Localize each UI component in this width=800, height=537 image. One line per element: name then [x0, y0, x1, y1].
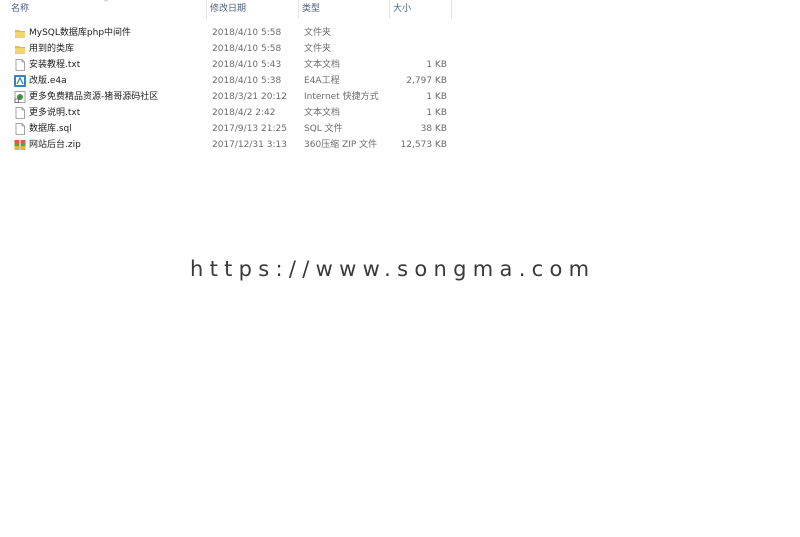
text-file-icon	[15, 107, 25, 119]
column-header-date[interactable]: 修改日期	[207, 0, 299, 19]
column-header-bar: 名称 ^ 修改日期 类型 大小	[0, 0, 452, 19]
file-explorer-window: 名称 ^ 修改日期 类型 大小 MySQL数据库php中间件 2018/4/10…	[0, 0, 800, 537]
file-type: 文本文档	[304, 60, 341, 70]
file-name: 数据库.sql	[29, 124, 72, 134]
file-row[interactable]: MySQL数据库php中间件 2018/4/10 5:58 文件夹	[0, 25, 460, 41]
file-name: 网站后台.zip	[29, 140, 81, 150]
file-size: 2,797 KB	[406, 76, 447, 86]
file-name: 更多说明.txt	[29, 108, 81, 118]
file-type: 文件夹	[304, 44, 332, 54]
file-date: 2018/4/10 5:58	[212, 44, 282, 54]
e4a-project-icon	[14, 75, 26, 87]
sql-file-icon	[15, 123, 25, 135]
folder-icon	[15, 30, 25, 38]
sort-ascending-icon: ^	[103, 0, 109, 7]
file-date: 2018/4/10 5:58	[212, 28, 282, 38]
zip-archive-icon	[14, 140, 26, 150]
file-name: 安装教程.txt	[29, 60, 81, 70]
column-header-size[interactable]: 大小	[390, 0, 452, 19]
file-row[interactable]: 改版.e4a 2018/4/10 5:38 E4A工程 2,797 KB	[0, 73, 460, 89]
file-type: E4A工程	[304, 76, 340, 86]
file-list: MySQL数据库php中间件 2018/4/10 5:58 文件夹 用到的类库 …	[0, 25, 460, 153]
file-size: 1 KB	[426, 108, 447, 118]
text-file-icon	[15, 59, 25, 71]
column-header-type[interactable]: 类型	[299, 0, 390, 19]
file-row[interactable]: 用到的类库 2018/4/10 5:58 文件夹	[0, 41, 460, 57]
watermark-text: https://www.songma.com	[168, 255, 632, 283]
file-date: 2018/3/21 20:12	[212, 92, 287, 102]
file-date: 2017/12/31 3:13	[212, 140, 287, 150]
file-size: 1 KB	[426, 92, 447, 102]
file-date: 2018/4/2 2:42	[212, 108, 276, 118]
file-date: 2018/4/10 5:43	[212, 60, 282, 70]
file-row[interactable]: 更多免费精品资源-猪哥源码社区 2018/3/21 20:12 Internet…	[0, 89, 460, 105]
file-name: 更多免费精品资源-猪哥源码社区	[29, 92, 159, 102]
file-date: 2018/4/10 5:38	[212, 76, 282, 86]
file-type: SQL 文件	[304, 124, 343, 134]
file-name: 用到的类库	[29, 44, 75, 54]
file-type: 文件夹	[304, 28, 332, 38]
file-type: 360压缩 ZIP 文件	[304, 140, 378, 150]
file-size: 38 KB	[420, 124, 447, 134]
folder-icon	[15, 46, 25, 54]
file-name: 改版.e4a	[29, 76, 67, 86]
file-row[interactable]: 数据库.sql 2017/9/13 21:25 SQL 文件 38 KB	[0, 121, 460, 137]
file-size: 12,573 KB	[400, 140, 447, 150]
file-row[interactable]: 更多说明.txt 2018/4/2 2:42 文本文档 1 KB	[0, 105, 460, 121]
file-row[interactable]: 网站后台.zip 2017/12/31 3:13 360压缩 ZIP 文件 12…	[0, 137, 460, 153]
file-type: 文本文档	[304, 108, 341, 118]
file-row[interactable]: 安装教程.txt 2018/4/10 5:43 文本文档 1 KB	[0, 57, 460, 73]
internet-shortcut-icon	[14, 91, 26, 103]
file-type: Internet 快捷方式	[304, 92, 379, 102]
file-name: MySQL数据库php中间件	[29, 28, 132, 38]
file-size: 1 KB	[426, 60, 447, 70]
file-date: 2017/9/13 21:25	[212, 124, 287, 134]
